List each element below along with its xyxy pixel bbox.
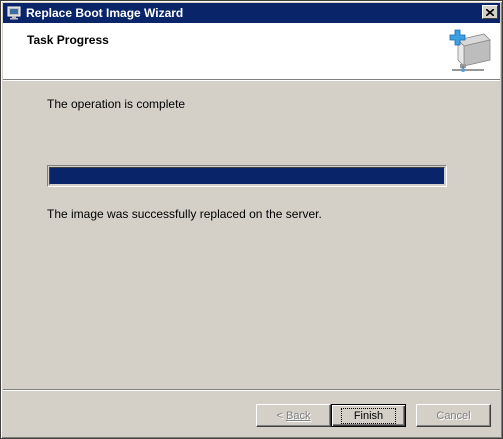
title-bar[interactable]: Replace Boot Image Wizard — [3, 3, 500, 23]
page-title: Task Progress — [27, 33, 109, 47]
cancel-label: Cancel — [436, 409, 471, 422]
footer-separator — [3, 389, 500, 391]
close-button[interactable] — [482, 5, 498, 19]
operation-status: The operation is complete — [47, 97, 186, 111]
server-add-icon — [449, 29, 491, 72]
window-title: Replace Boot Image Wizard — [26, 6, 184, 20]
close-icon — [486, 8, 494, 16]
result-message: The image was successfully replaced on t… — [47, 207, 322, 221]
wizard-header: Task Progress — [3, 23, 500, 79]
finish-label: Finish — [340, 407, 397, 424]
finish-button[interactable]: Finish — [331, 404, 406, 427]
header-separator — [3, 79, 500, 81]
progress-bar — [47, 165, 447, 187]
back-prefix: < — [276, 409, 286, 422]
wizard-window: Replace Boot Image Wizard Task Progress … — [0, 0, 503, 439]
progress-fill — [50, 168, 444, 184]
back-button[interactable]: < Back — [256, 404, 331, 427]
wizard-monitor-icon — [7, 6, 21, 20]
cancel-button[interactable]: Cancel — [416, 404, 491, 427]
back-label: Back — [286, 409, 311, 422]
